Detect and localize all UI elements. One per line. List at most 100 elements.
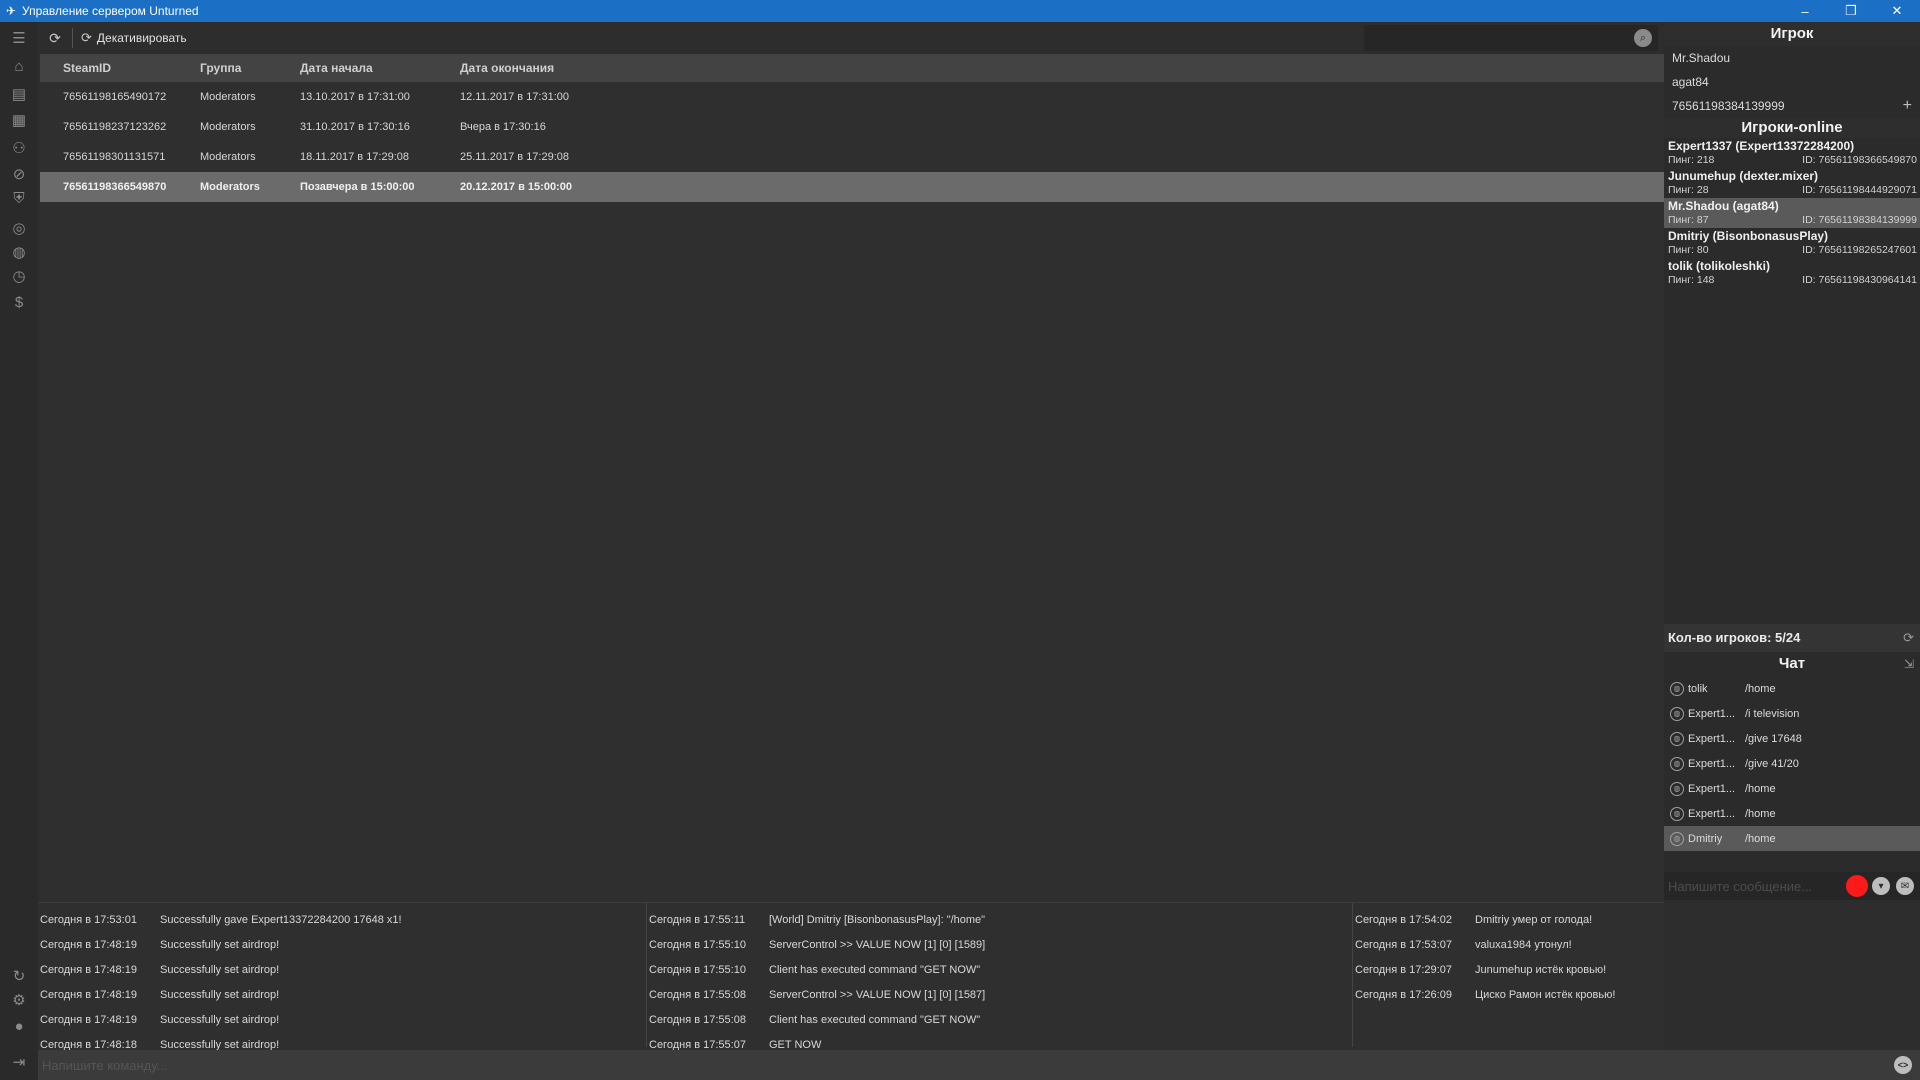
online-player-ping: Пинг: 218 [1668,154,1715,166]
chat-message-input[interactable] [1664,872,1842,900]
refresh-players-icon[interactable]: ⟳ [1903,624,1914,652]
online-player-item-selected[interactable]: Mr.Shadou (agat84) Пинг: 87 ID: 76561198… [1664,198,1920,228]
logout-icon[interactable]: ⇥ [9,1052,29,1072]
online-player-item[interactable]: Junumehup (dexter.mixer) Пинг: 28 ID: 76… [1664,168,1920,198]
record-button[interactable] [1846,875,1868,897]
chat-text: /home [1745,782,1776,795]
ban-icon[interactable]: ⊘ [9,164,29,184]
online-player-item[interactable]: Expert1337 (Expert13372284200) Пинг: 218… [1664,138,1920,168]
table-row[interactable]: 76561198165490172 Moderators 13.10.2017 … [40,82,1664,112]
globe-icon: ◍ [1670,781,1684,796]
chat-sender: tolik [1688,682,1708,695]
add-icon[interactable]: + [1903,94,1912,118]
settings-gear-icon[interactable]: ⚙ [9,990,29,1010]
column-header-start-date[interactable]: Дата начала [300,61,460,75]
send-mail-icon[interactable]: ✉ [1896,877,1914,895]
log-row: Сегодня в 17:48:19 Successfully set airdr… [40,957,646,982]
sync-icon[interactable]: ↻ [9,966,29,986]
log-text: Successfully set airdrop! [160,1038,280,1051]
chat-message[interactable]: ◍ Expert1... /home [1664,801,1920,826]
log-time: Сегодня в 17:48:18 [40,1038,137,1051]
command-bar: <> [38,1050,1920,1080]
chat-list: ◍ tolik /home ◍ Expert1... /i television… [1664,676,1920,851]
chat-message[interactable]: ◍ tolik /home [1664,676,1920,701]
log-row: Сегодня в 17:55:08 ServerControl >> VALUE… [649,982,1352,1007]
log-text: Циско Рамон истёк кровью! [1475,988,1616,1001]
online-player-ping: Пинг: 148 [1668,274,1715,286]
refresh-button[interactable]: ⟳ [42,25,68,51]
online-player-item[interactable]: tolik (tolikoleshki) Пинг: 148 ID: 76561… [1664,258,1920,288]
chat-message-selected[interactable]: ◍ Dmitriy /home [1664,826,1920,851]
chat-text: /give 41/20 [1745,757,1799,770]
chat-export-icon[interactable]: ⇲ [1904,652,1914,676]
log-panel-events: Сегодня в 17:54:02 Dmitriy умер от голода… [1352,903,1664,1047]
globe-icon: ◍ [1670,831,1684,846]
money-icon[interactable]: $ [9,292,29,312]
chevron-down-icon[interactable]: ▾ [1872,877,1890,895]
table-row[interactable]: 76561198301131571 Moderators 18.11.2017 … [40,142,1664,172]
execute-code-icon[interactable]: <> [1894,1056,1912,1074]
chat-sender: Expert1... [1688,782,1736,795]
cell-group: Moderators [200,181,260,193]
compass-icon[interactable]: ◎ [9,218,29,238]
info-icon[interactable]: ● [9,1016,29,1036]
table-row[interactable]: 76561198237123262 Moderators 31.10.2017 … [40,112,1664,142]
close-button[interactable]: ✕ [1874,0,1920,22]
hamburger-menu-icon[interactable]: ☰ [9,28,29,48]
chat-text: /home [1745,807,1776,820]
chat-sender: Expert1... [1688,732,1736,745]
cell-start-date: 13.10.2017 в 17:31:00 [300,91,410,103]
search-input[interactable] [1364,25,1624,51]
log-row: Сегодня в 17:48:19 Successfully set airdr… [40,932,646,957]
log-area: Сегодня в 17:53:01 Successfully gave Expe… [38,902,1664,1051]
log-time: Сегодня в 17:55:10 [649,963,746,976]
chat-message[interactable]: ◍ Expert1... /give 41/20 [1664,751,1920,776]
table-row-selected[interactable]: 76561198366549870 Moderators Позавчера в… [40,172,1664,202]
chat-text: /home [1745,682,1776,695]
log-row: Сегодня в 17:53:01 Successfully gave Expe… [40,907,646,932]
timer-icon[interactable]: ◷ [9,266,29,286]
log-time: Сегодня в 17:55:07 [649,1038,746,1051]
globe-icon: ◍ [1670,731,1684,746]
chat-message[interactable]: ◍ Expert1... /give 17648 [1664,726,1920,751]
log-text: Junumehup истёк кровью! [1475,963,1607,976]
chat-sender: Expert1... [1688,757,1736,770]
window-title: Управление сервером Unturned [22,4,199,18]
deactivate-button[interactable]: ⟳ Декативировать [77,25,191,51]
restore-button[interactable]: ❐ [1828,0,1874,22]
log-row: Сегодня в 17:26:09 Циско Рамон истёк кров… [1355,982,1664,1007]
log-time: Сегодня в 17:55:10 [649,938,746,951]
search-icon[interactable]: ⌕ [1634,29,1652,47]
player-count: Кол-во игроков: 5/24 [1668,630,1801,645]
home-icon[interactable]: ⌂ [9,56,29,76]
log-panel-console: Сегодня в 17:55:11 [World] Dmitriy [Bison… [646,903,1352,1051]
right-panel: Игрок Mr.Shadou agat84 76561198384139999… [1664,22,1920,900]
chat-message[interactable]: ◍ Expert1... /i television [1664,701,1920,726]
log-time: Сегодня в 17:26:09 [1355,988,1452,1001]
globe-icon[interactable]: ◍ [9,242,29,262]
globe-icon: ◍ [1670,806,1684,821]
toolbar-divider [72,28,73,48]
log-text: Successfully set airdrop! [160,938,280,951]
minimize-button[interactable]: – [1782,0,1828,22]
cell-end-date: 12.11.2017 в 17:31:00 [460,91,570,103]
player-login: agat84 [1672,75,1709,89]
log-text: Client has executed command "GET NOW" [769,963,981,976]
online-player-ping: Пинг: 28 [1668,184,1709,196]
online-player-item[interactable]: Dmitriy (BisonbonasusPlay) Пинг: 80 ID: … [1664,228,1920,258]
calendar-icon[interactable]: ▦ [9,110,29,130]
shield-icon[interactable]: ⛨ [9,188,29,208]
column-header-end-date[interactable]: Дата окончания [460,61,660,75]
cell-steamid: 76561198237123262 [63,121,167,133]
chat-message[interactable]: ◍ Expert1... /home [1664,776,1920,801]
command-input[interactable] [38,1050,1838,1080]
column-header-group[interactable]: Группа [200,61,300,75]
log-text: Successfully set airdrop! [160,988,280,1001]
cell-end-date: 25.11.2017 в 17:29:08 [460,151,570,163]
users-icon[interactable]: ⚇ [9,138,29,158]
chat-icon[interactable]: ▤ [9,84,29,104]
column-header-steamid[interactable]: SteamID [40,61,200,75]
online-player-id: ID: 76561198265247601 [1802,244,1917,256]
log-row: Сегодня в 17:54:02 Dmitriy умер от голода… [1355,907,1664,932]
cell-start-date: Позавчера в 15:00:00 [300,181,415,193]
